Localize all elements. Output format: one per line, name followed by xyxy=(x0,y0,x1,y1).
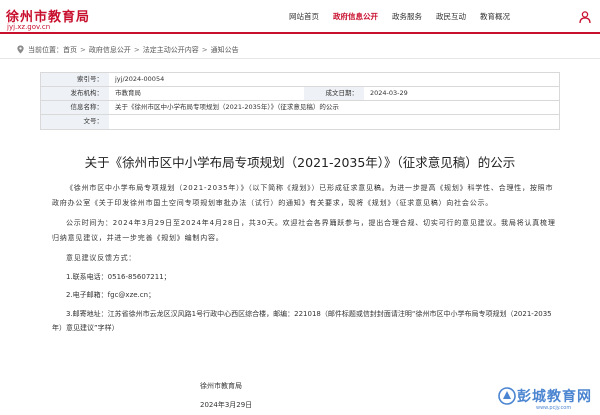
user-icon[interactable] xyxy=(578,10,592,24)
paragraph-email: 2.电子邮箱：fgc@xze.cn； xyxy=(66,291,156,299)
watermark-text: 彭城教育网 xyxy=(517,389,592,405)
paragraph-intro: 《徐州市区中小学布局专项规划（2021-2035年）》（以下简称《规划》）已形成… xyxy=(52,184,554,207)
sign-organization: 徐州市教育局 xyxy=(200,382,242,390)
publisher-value: 市教育局 xyxy=(115,89,141,97)
info-row-index: 索引号： jyj/2024-00054 xyxy=(41,73,559,87)
name-label: 信息名称： xyxy=(41,101,109,114)
breadcrumb-prefix: 当前位置： xyxy=(28,46,63,54)
breadcrumb-home[interactable]: 首页 xyxy=(63,46,77,54)
info-row-docno: 文号： xyxy=(41,115,559,129)
article-title: 关于《徐州市区中小学布局专项规划（2021-2035年）》（征求意见稿）的公示 xyxy=(84,155,516,170)
paragraph-address: 3.邮寄地址：江苏省徐州市云龙区汉风路1号行政中心西区综合楼，邮编：221018… xyxy=(52,309,552,333)
breadcrumb-separator: > xyxy=(80,46,86,54)
breadcrumb-notices[interactable]: 通知公告 xyxy=(211,46,239,54)
date-label: 成文日期： xyxy=(304,87,364,100)
paragraph-feedback-heading: 意见建议反馈方式： xyxy=(66,254,137,262)
docno-label: 文号： xyxy=(41,115,109,129)
index-value: jyj/2024-00054 xyxy=(115,75,165,83)
date-value: 2024-03-29 xyxy=(370,89,408,97)
info-table: 索引号： jyj/2024-00054 发布机构： 市教育局 成文日期： 202… xyxy=(40,72,560,130)
paragraph-period: 公示时间为：2024年3月29日至2024年4月28日，共30天。欢迎社会各界踊… xyxy=(52,219,556,242)
breadcrumb-separator: > xyxy=(201,46,208,54)
publisher-label: 发布机构： xyxy=(41,87,109,100)
breadcrumb-separator: > xyxy=(133,46,140,54)
nav-gov-info[interactable]: 政府信息公开 xyxy=(326,0,385,34)
info-row-name: 信息名称： 关于《徐州市区中小学布局专项规划（2021-2035年）》（征求意见… xyxy=(41,101,559,115)
site-logo-url: jyj.xz.gov.cn xyxy=(7,23,51,31)
nav-interaction[interactable]: 政民互动 xyxy=(429,0,473,34)
watermark-logo-icon xyxy=(498,387,516,405)
nav-home[interactable]: 网站首页 xyxy=(282,0,326,34)
article-body: 《徐州市区中小学布局专项规划（2021-2035年）》（以下简称《规划》）已形成… xyxy=(52,181,557,336)
site-header: 徐州市教育局 jyj.xz.gov.cn 网站首页 政府信息公开 政务服务 政民… xyxy=(0,0,600,34)
watermark: 彭城教育网 www.pcjy.com xyxy=(496,384,600,415)
breadcrumb: 当前位置：首页 > 政府信息公开 > 法定主动公开内容 > 通知公告 xyxy=(0,41,600,59)
docno-value xyxy=(109,115,559,129)
index-label: 索引号： xyxy=(41,73,109,86)
nav-overview[interactable]: 教育概况 xyxy=(473,0,517,34)
sign-date: 2024年3月29日 xyxy=(200,401,253,409)
name-value: 关于《徐州市区中小学布局专项规划（2021-2035年）》（征求意见稿）的公示 xyxy=(115,103,339,111)
breadcrumb-statutory[interactable]: 法定主动公开内容 xyxy=(143,46,199,54)
nav-services[interactable]: 政务服务 xyxy=(385,0,429,34)
location-icon xyxy=(17,45,24,54)
watermark-url: www.pcjy.com xyxy=(536,405,572,411)
info-row-publisher: 发布机构： 市教育局 成文日期： 2024-03-29 xyxy=(41,87,559,101)
paragraph-phone: 1.联系电话：0516-85607211； xyxy=(66,272,171,281)
breadcrumb-gov-info[interactable]: 政府信息公开 xyxy=(89,46,131,54)
main-nav: 网站首页 政府信息公开 政务服务 政民互动 教育概况 xyxy=(282,0,517,34)
